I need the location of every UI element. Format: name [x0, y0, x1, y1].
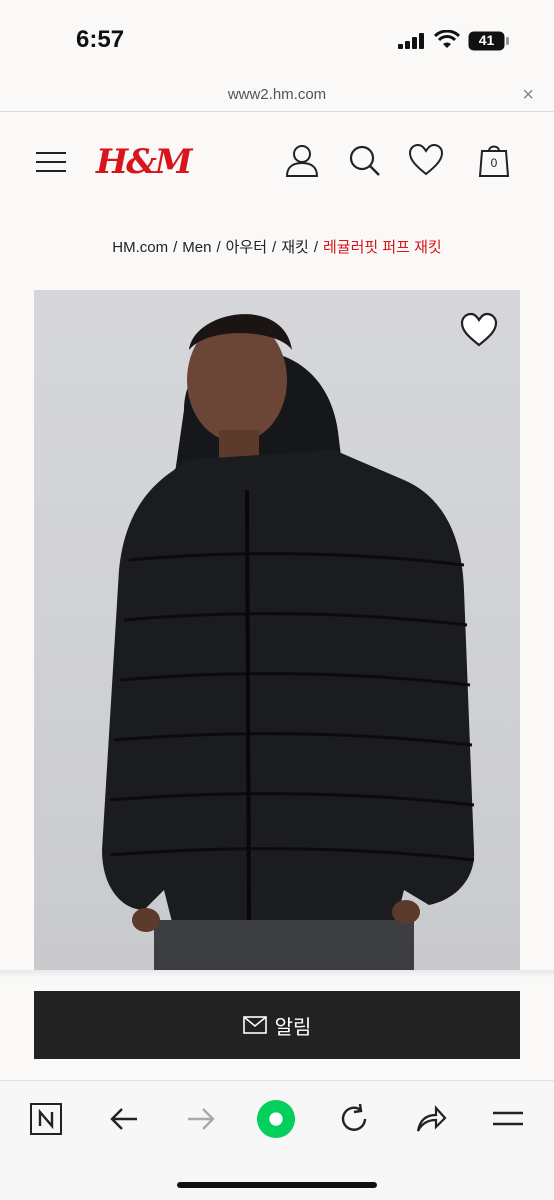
- battery-level: 41: [478, 32, 495, 48]
- notify-label: 알림: [274, 1016, 312, 1039]
- status-bar: 6:57 41: [0, 0, 554, 78]
- cart-bag-icon[interactable]: 0: [476, 142, 512, 178]
- browser-toolbar: [0, 1080, 554, 1200]
- breadcrumb-separator: /: [313, 239, 318, 256]
- signal-icon: [398, 33, 424, 49]
- search-icon[interactable]: [346, 142, 382, 178]
- notify-button[interactable]: 알림: [34, 991, 520, 1059]
- wishlist-heart-icon[interactable]: [408, 142, 444, 178]
- naver-n-icon[interactable]: [26, 1099, 66, 1139]
- forward-arrow-icon[interactable]: [181, 1099, 221, 1139]
- breadcrumb-link[interactable]: 아우터: [226, 239, 267, 256]
- mail-icon: [242, 1016, 267, 1034]
- close-icon[interactable]: ×: [522, 84, 534, 107]
- wifi-icon: [434, 30, 460, 48]
- url-bar[interactable]: www2.hm.com ×: [0, 78, 554, 112]
- cart-count: 0: [490, 156, 498, 170]
- breadcrumb-link[interactable]: 재킷: [281, 239, 309, 256]
- breadcrumb-link[interactable]: HM.com: [112, 239, 168, 256]
- product-image[interactable]: [34, 290, 520, 970]
- site-header: H&M 0: [0, 112, 554, 212]
- product-photo: [102, 314, 475, 970]
- hamburger-menu-icon[interactable]: [36, 152, 66, 172]
- home-indicator: [177, 1182, 377, 1188]
- green-home-dot-icon[interactable]: [256, 1099, 296, 1139]
- battery-icon: 41: [468, 31, 510, 51]
- divider: [0, 970, 554, 978]
- favorite-heart-icon[interactable]: [460, 312, 498, 348]
- breadcrumb-link[interactable]: Men: [182, 239, 211, 256]
- share-icon[interactable]: [411, 1099, 451, 1139]
- status-time: 6:57: [76, 26, 125, 53]
- breadcrumb-separator: /: [173, 239, 178, 256]
- breadcrumb-separator: /: [272, 239, 277, 256]
- reload-icon[interactable]: [334, 1099, 374, 1139]
- hm-logo[interactable]: H&M: [96, 142, 192, 182]
- breadcrumb-current: 레귤러핏 퍼프 재킷: [322, 239, 442, 256]
- back-arrow-icon[interactable]: [104, 1099, 144, 1139]
- breadcrumb-separator: /: [216, 239, 221, 256]
- menu-icon[interactable]: [488, 1099, 528, 1139]
- url-text[interactable]: www2.hm.com: [0, 86, 554, 103]
- account-icon[interactable]: [284, 142, 320, 178]
- breadcrumb: HM.com / Men / 아우터 / 재킷 / 레귤러핏 퍼프 재킷: [0, 236, 554, 257]
